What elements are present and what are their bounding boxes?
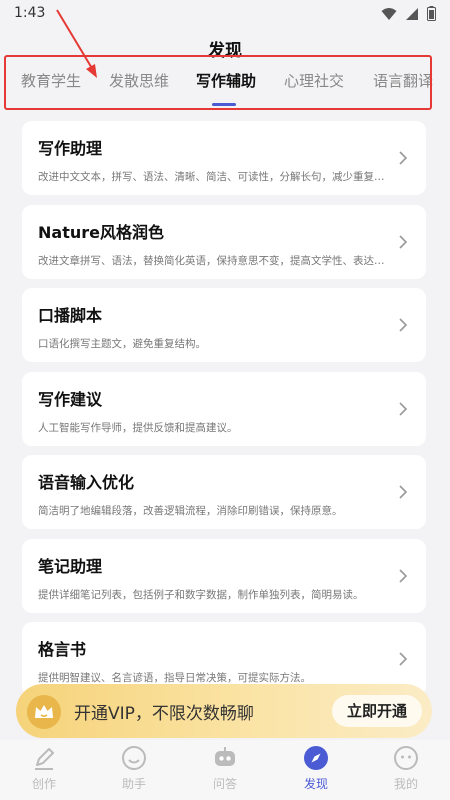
card-title: 口播脚本 <box>38 306 103 325</box>
compass-icon <box>304 746 328 770</box>
card-description: 提供明智建议、名言谚语，指导日常决策，可提实际方法。 <box>38 672 311 684</box>
card-description: 提供详细笔记列表，包括例子和数字数据，制作单独列表，简明易读。 <box>38 588 364 601</box>
battery-icon <box>427 6 436 21</box>
bottom-navigation: 创作 助手 问答 发现 我的 <box>0 740 450 800</box>
vip-banner-text: 开通VIP，不限次数畅聊 <box>74 704 254 724</box>
card-title: 笔记助理 <box>38 556 103 576</box>
nav-label: 我的 <box>393 777 418 791</box>
profile-face-icon <box>394 746 418 770</box>
prompt-card-nature-polish[interactable]: Nature风格润色 改进文章拼写、语法，替换简化英语，保持意思不变，提高文学性… <box>22 204 426 279</box>
nav-item-mine[interactable]: 我的 <box>376 744 436 792</box>
card-description: 口语化撰写主题文，避免重复结构。 <box>38 338 206 350</box>
chevron-right-icon <box>399 151 408 165</box>
wifi-icon <box>381 7 397 20</box>
card-title: 语音输入优化 <box>38 473 135 492</box>
nav-item-discover[interactable]: 发现 <box>286 744 346 792</box>
nav-label: 问答 <box>212 777 237 791</box>
chevron-right-icon <box>399 318 408 332</box>
prompt-card-writing-advice[interactable]: 写作建议 人工智能写作导师，提供反馈和提高建议。 <box>22 371 426 446</box>
annotation-arrow-icon <box>56 9 97 78</box>
prompt-card-voice-input-optimize[interactable]: 语音输入优化 简洁明了地编辑段落，改善逻辑流程，消除印刷错误，保持原意。 <box>22 455 426 529</box>
card-title: 格言书 <box>38 640 87 659</box>
pencil-icon <box>35 748 54 770</box>
nav-label: 助手 <box>121 777 146 791</box>
nav-label: 发现 <box>303 777 328 791</box>
vip-promo-banner[interactable]: 开通VIP，不限次数畅聊 立即开通 <box>16 684 432 738</box>
signal-icon <box>406 7 418 20</box>
crown-icon <box>27 695 61 729</box>
card-description: 改进文章拼写、语法，替换简化英语，保持意思不变，提高文学性、表达水... <box>38 254 386 267</box>
robot-icon <box>215 747 235 766</box>
card-title: Nature风格润色 <box>38 222 164 242</box>
open-vip-button[interactable]: 立即开通 <box>332 695 422 727</box>
nav-item-assistant[interactable]: 助手 <box>104 744 164 792</box>
chevron-right-icon <box>399 401 408 416</box>
prompt-card-voiceover-script[interactable]: 口播脚本 口语化撰写主题文，避免重复结构。 <box>22 288 426 362</box>
status-icons <box>381 6 436 21</box>
card-description: 人工智能写作导师，提供反馈和提高建议。 <box>38 421 238 434</box>
chevron-right-icon <box>399 485 408 499</box>
nav-item-create[interactable]: 创作 <box>14 744 74 792</box>
nav-item-qa[interactable]: 问答 <box>195 744 255 792</box>
prompt-card-note-assistant[interactable]: 笔记助理 提供详细笔记列表，包括例子和数字数据，制作单独列表，简明易读。 <box>22 538 426 613</box>
chevron-right-icon <box>399 568 408 583</box>
chevron-right-icon <box>399 234 408 249</box>
card-description: 简洁明了地编辑段落，改善逻辑流程，消除印刷错误，保持原意。 <box>38 505 343 517</box>
smiley-icon <box>122 746 146 770</box>
chevron-right-icon <box>399 652 408 666</box>
app-screen: 1:43 发现 教育学生 发散思维 写作辅助 心理社交 语言翻译 写作助理 改进… <box>0 0 450 800</box>
card-title: 写作助理 <box>38 139 103 158</box>
prompt-card-writing-assistant[interactable]: 写作助理 改进中文文本，拼写、语法、清晰、简洁、可读性，分解长句，减少重复，..… <box>22 121 426 195</box>
prompt-card-list: 写作助理 改进中文文本，拼写、语法、清晰、简洁、可读性，分解长句，减少重复，..… <box>22 121 426 706</box>
card-title: 写作建议 <box>38 389 103 409</box>
nav-label: 创作 <box>31 777 56 791</box>
card-description: 改进中文文本，拼写、语法、清晰、简洁、可读性，分解长句，减少重复，... <box>38 171 386 183</box>
